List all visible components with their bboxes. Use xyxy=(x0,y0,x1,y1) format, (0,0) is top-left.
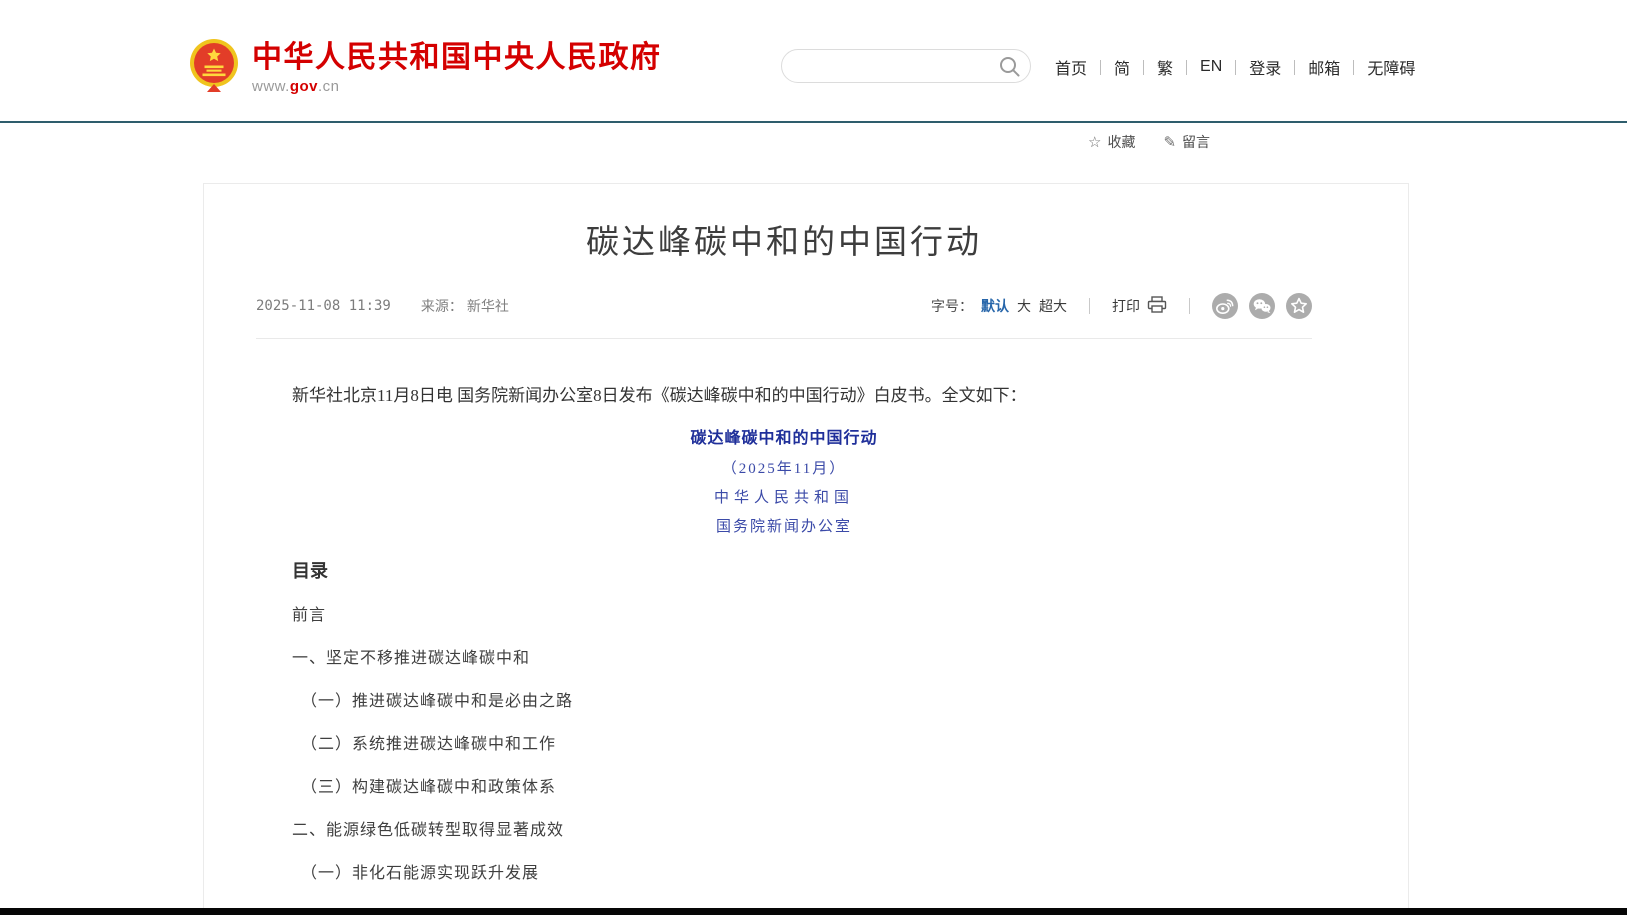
doc-org-line-2: 国务院新闻办公室 xyxy=(292,517,1276,537)
toc-item: （一）推进碳达峰碳中和是必由之路 xyxy=(292,693,1276,710)
search-icon[interactable] xyxy=(999,56,1021,78)
article-body: 新华社北京11月8日电 国务院新闻办公室8日发布《碳达峰碳中和的中国行动》白皮书… xyxy=(256,384,1312,882)
nav-link-login[interactable]: 登录 xyxy=(1236,55,1294,79)
print-button[interactable]: 打印 xyxy=(1112,296,1167,316)
nav-link-traditional[interactable]: 繁 xyxy=(1144,55,1186,79)
toc-item: 二、能源绿色低碳转型取得显著成效 xyxy=(292,822,1276,839)
site-header: 中华人民共和国中央人民政府 www.gov.cn 首页 简 繁 EN 登录 xyxy=(0,0,1627,121)
search-box xyxy=(781,49,1031,83)
search-input[interactable] xyxy=(798,53,988,79)
doc-date-line: （2025年11月） xyxy=(292,459,1276,479)
brand-text: 中华人民共和国中央人民政府 www.gov.cn xyxy=(252,41,662,95)
meta-left: 2025-11-08 11:39 来源： 新华社 xyxy=(256,296,509,316)
message-label: 留言 xyxy=(1182,132,1210,152)
nav-link-english[interactable]: EN xyxy=(1187,58,1235,76)
top-nav: 首页 简 繁 EN 登录 邮箱 无障碍 xyxy=(1042,55,1428,79)
site-url-prefix: www. xyxy=(252,78,290,95)
site-url-suffix: .cn xyxy=(318,78,340,95)
site-url-domain: gov xyxy=(290,78,318,95)
site-title: 中华人民共和国中央人民政府 xyxy=(252,41,662,74)
meta-right: 字号： 默认 大 超大 打印 xyxy=(931,293,1312,319)
toc-item: 前言 xyxy=(292,607,1276,624)
page: 中华人民共和国中央人民政府 www.gov.cn 首页 简 繁 EN 登录 xyxy=(0,0,1627,915)
print-label: 打印 xyxy=(1112,296,1140,316)
lead-paragraph: 新华社北京11月8日电 国务院新闻办公室8日发布《碳达峰碳中和的中国行动》白皮书… xyxy=(292,384,1276,408)
printer-icon xyxy=(1147,296,1167,316)
meta-divider xyxy=(256,338,1312,339)
source: 来源： 新华社 xyxy=(421,296,509,316)
publish-date: 2025-11-08 11:39 xyxy=(256,298,391,314)
article-title: 碳达峰碳中和的中国行动 xyxy=(256,221,1312,263)
header-divider-line xyxy=(0,121,1627,123)
quickbar: ☆ 收藏 ✎ 留言 xyxy=(1088,132,1210,152)
toc-item: （三）构建碳达峰碳中和政策体系 xyxy=(292,779,1276,796)
toc-item: （二）系统推进碳达峰碳中和工作 xyxy=(292,736,1276,753)
fontsize-option-xlarge[interactable]: 超大 xyxy=(1039,296,1067,316)
toc-heading: 目录 xyxy=(292,561,1276,581)
source-label: 来源： xyxy=(421,296,463,316)
nav-link-accessibility[interactable]: 无障碍 xyxy=(1354,55,1428,79)
star-icon: ☆ xyxy=(1088,135,1101,150)
meta-separator xyxy=(1189,298,1190,314)
qzone-share-icon[interactable] xyxy=(1286,293,1312,319)
source-value[interactable]: 新华社 xyxy=(467,296,509,316)
nav-link-simplified[interactable]: 简 xyxy=(1101,55,1143,79)
fontsize-option-large[interactable]: 大 xyxy=(1017,296,1031,316)
share-group xyxy=(1212,293,1312,319)
toc-item: （一）非化石能源实现跃升发展 xyxy=(292,865,1276,882)
wechat-share-icon[interactable] xyxy=(1249,293,1275,319)
article-meta-row: 2025-11-08 11:39 来源： 新华社 字号： 默认 大 超大 打印 xyxy=(256,295,1312,317)
fontsize-option-default[interactable]: 默认 xyxy=(981,296,1009,316)
fontsize-label: 字号： xyxy=(931,296,973,316)
message-button[interactable]: ✎ 留言 xyxy=(1163,132,1210,152)
site-url: www.gov.cn xyxy=(252,78,662,95)
toc-item: 一、坚定不移推进碳达峰碳中和 xyxy=(292,650,1276,667)
meta-separator xyxy=(1089,298,1090,314)
gov-logo[interactable]: 中华人民共和国中央人民政府 www.gov.cn xyxy=(189,38,662,97)
doc-org-line-1: 中华人民共和国 xyxy=(292,488,1276,508)
bottom-edge-bar xyxy=(0,908,1627,915)
nav-link-mail[interactable]: 邮箱 xyxy=(1295,55,1353,79)
nav-link-home[interactable]: 首页 xyxy=(1042,55,1100,79)
national-emblem-icon xyxy=(189,38,239,97)
article-card: 碳达峰碳中和的中国行动 2025-11-08 11:39 来源： 新华社 字号：… xyxy=(203,183,1409,908)
weibo-share-icon[interactable] xyxy=(1212,293,1238,319)
favorite-label: 收藏 xyxy=(1107,132,1135,152)
favorite-button[interactable]: ☆ 收藏 xyxy=(1088,132,1135,152)
pencil-icon: ✎ xyxy=(1163,135,1176,150)
doc-title: 碳达峰碳中和的中国行动 xyxy=(292,428,1276,450)
